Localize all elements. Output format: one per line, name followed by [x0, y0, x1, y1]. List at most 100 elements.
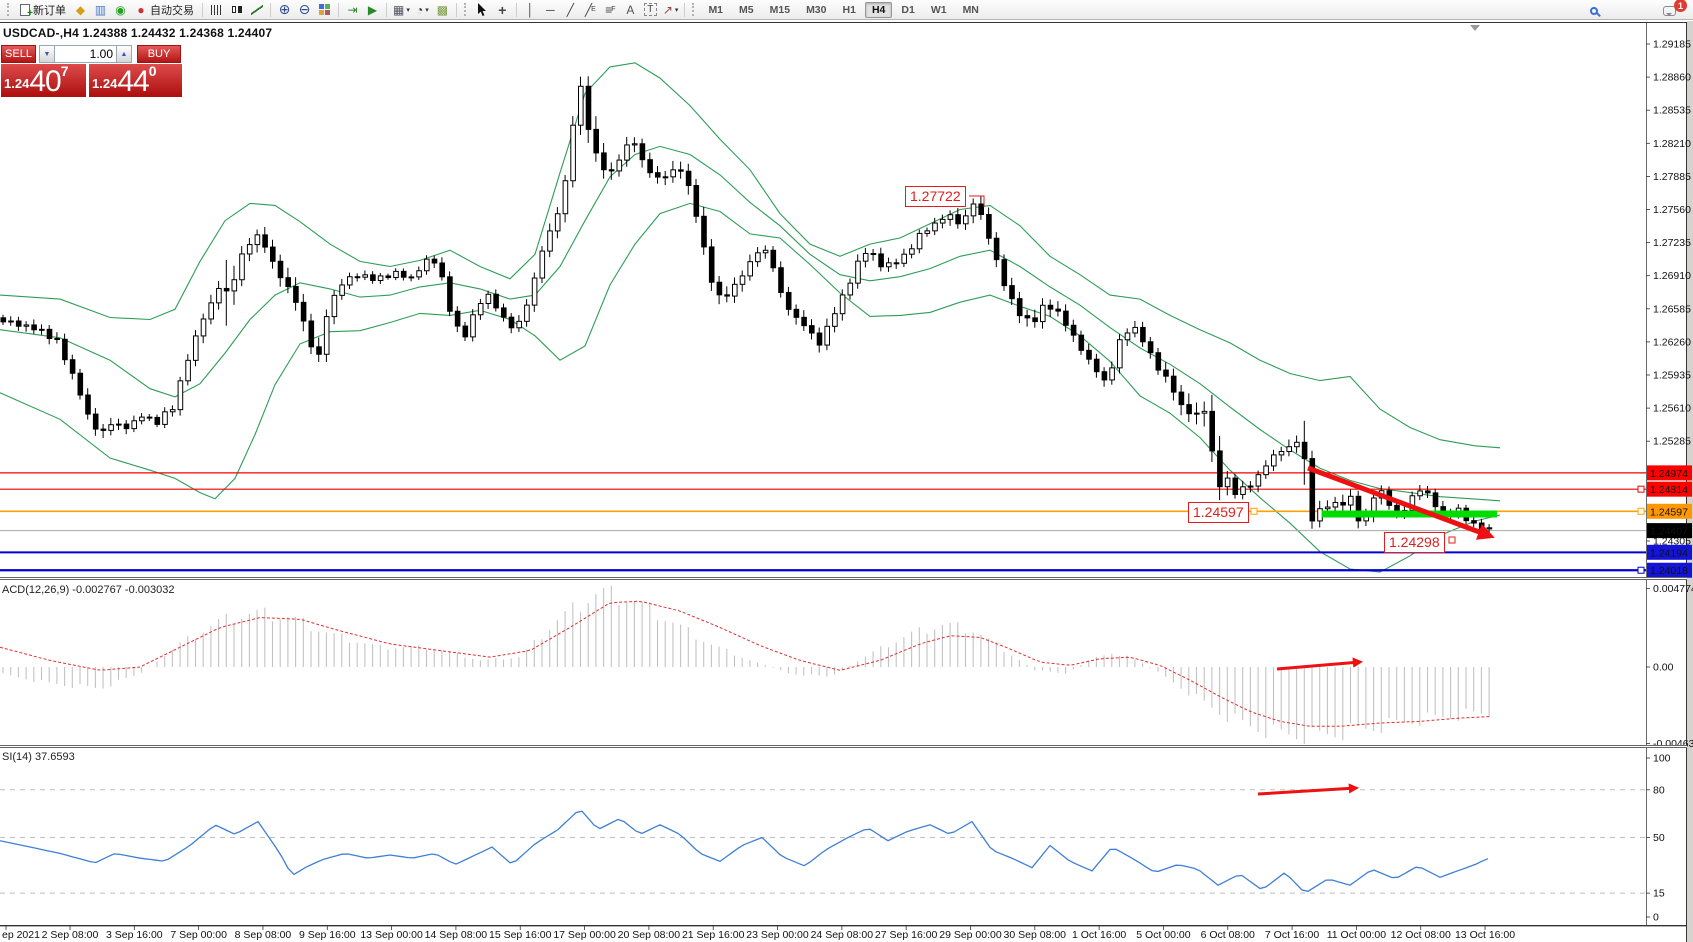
candle — [548, 231, 553, 251]
new-chart-icon[interactable]: ▦▾ — [391, 1, 412, 18]
volume-increase-button[interactable]: ▲ — [116, 45, 132, 63]
crosshair-icon[interactable]: + — [493, 1, 512, 18]
tile-windows-icon[interactable] — [315, 1, 334, 18]
bar-chart-icon[interactable] — [207, 1, 226, 18]
candle — [232, 280, 237, 291]
volume-decrease-button[interactable]: ▼ — [39, 45, 55, 63]
time-tick: 24 Sep 08:00 — [811, 929, 874, 941]
rsi-pane[interactable] — [0, 788, 1646, 893]
candle — [940, 219, 945, 223]
price-label: 1.24974 — [1650, 468, 1688, 480]
object-handle[interactable] — [1251, 508, 1257, 514]
arrows-tool-icon[interactable]: ↗▾ — [661, 1, 681, 18]
time-tick: 13 Oct 16:00 — [1455, 929, 1515, 941]
rsi-axis[interactable]: 1008050150 — [1646, 753, 1671, 924]
pane-splitter-macd[interactable] — [0, 577, 1687, 580]
pane-splitter-rsi[interactable] — [0, 745, 1687, 748]
price-axis[interactable]: 1.291851.288601.285351.282101.278851.275… — [1646, 39, 1692, 578]
candle — [455, 311, 460, 326]
timeframe-m15[interactable]: M15 — [763, 2, 797, 18]
macd-axis[interactable]: 0.0047740.00-0.004637 — [1646, 583, 1693, 750]
candlestick-chart-icon[interactable] — [227, 1, 246, 18]
horizontal-line-icon[interactable]: ─ — [541, 1, 560, 18]
candle — [971, 204, 976, 216]
market-window-icon[interactable]: ▥ — [91, 1, 110, 18]
toolbar-grip[interactable] — [692, 3, 697, 16]
search-icon[interactable] — [1587, 2, 1606, 19]
price-tick: 1.27885 — [1653, 171, 1691, 183]
price-label: 1.24194 — [1650, 547, 1688, 559]
templates-icon[interactable]: ▩ — [433, 1, 452, 18]
zoom-out-icon[interactable]: ⊖ — [295, 1, 314, 18]
volume-input[interactable] — [55, 45, 116, 63]
timeframe-group: M1M5M15M30H1H4D1W1MN — [701, 2, 985, 18]
channel-icon[interactable]: ╱E — [581, 1, 600, 18]
cursor-icon[interactable] — [473, 1, 492, 18]
vertical-line-icon[interactable]: │ — [521, 1, 540, 18]
macd-axis-tick: -0.004637 — [1653, 738, 1693, 750]
candle — [494, 294, 499, 308]
macd-pane[interactable] — [0, 586, 1491, 744]
object-handle[interactable] — [1638, 508, 1644, 514]
main-pane[interactable] — [0, 63, 1646, 573]
candle — [1141, 327, 1146, 341]
signals-icon[interactable]: ◉ — [111, 1, 130, 18]
timeframe-m1[interactable]: M1 — [701, 2, 730, 18]
time-tick: 1 Oct 16:00 — [1072, 929, 1126, 941]
chart-dropdown-arrow[interactable] — [1470, 25, 1480, 31]
notification-badge: 1 — [1674, 0, 1687, 12]
timeframe-w1[interactable]: W1 — [924, 2, 954, 18]
chart-shift-icon[interactable]: ⇥ — [343, 1, 362, 18]
sell-price-button[interactable]: 1.24407 — [1, 64, 86, 97]
line-chart-icon[interactable] — [247, 1, 266, 18]
text-tool-icon[interactable]: A — [621, 1, 640, 18]
price-callout-1.24597[interactable]: 1.24597 — [1188, 502, 1249, 523]
label-tool-icon[interactable]: T — [641, 1, 660, 18]
macd-red-arrow[interactable] — [1277, 662, 1360, 669]
zoom-in-icon[interactable]: ⊕ — [275, 1, 294, 18]
candle — [1287, 447, 1292, 452]
candle — [1, 318, 6, 322]
rsi-red-arrow[interactable] — [1258, 788, 1356, 794]
chat-icon[interactable]: 1 — [1660, 2, 1679, 19]
timeframe-m5[interactable]: M5 — [732, 2, 761, 18]
candle — [856, 261, 861, 283]
candle — [779, 268, 784, 293]
candle — [1349, 496, 1354, 505]
trendline-icon[interactable]: ╱ — [561, 1, 580, 18]
buy-button[interactable]: BUY — [137, 45, 181, 63]
object-handle[interactable] — [1638, 567, 1644, 573]
candle — [871, 253, 876, 254]
time-axis[interactable]: ep 20212 Sep 08:003 Sep 16:007 Sep 00:00… — [0, 926, 1687, 941]
periods-clock-icon[interactable]: ◔▾ — [413, 1, 432, 18]
candle — [786, 292, 791, 309]
timeframe-mn[interactable]: MN — [956, 2, 986, 18]
candle — [271, 247, 276, 261]
time-tick: 30 Sep 08:00 — [1004, 929, 1067, 941]
candle — [594, 129, 599, 153]
chart-canvas[interactable]: 1.291851.288601.285351.282101.278851.275… — [0, 0, 1693, 942]
buy-price-button[interactable]: 1.24440 — [89, 64, 182, 97]
candle — [879, 254, 884, 267]
object-handle[interactable] — [1638, 486, 1644, 492]
timeframe-m30[interactable]: M30 — [799, 2, 833, 18]
price-callout-1.24298[interactable]: 1.24298 — [1384, 532, 1445, 553]
price-callout-1.27722[interactable]: 1.27722 — [905, 186, 966, 207]
candle — [1418, 491, 1423, 496]
new-order-button[interactable]: + 新订单 — [16, 1, 70, 18]
toolbar-grip[interactable] — [464, 3, 469, 16]
gold-icon[interactable]: ◆ — [71, 1, 90, 18]
sell-button[interactable]: SELL — [1, 45, 36, 63]
candle — [170, 410, 175, 412]
auto-trading-button[interactable]: ● 自动交易 — [131, 1, 198, 18]
auto-scroll-icon[interactable]: ▶ — [363, 1, 382, 18]
toolbar-grip[interactable] — [7, 3, 12, 16]
candle — [340, 285, 345, 295]
timeframe-h1[interactable]: H1 — [836, 2, 863, 18]
candle — [663, 177, 668, 178]
fibonacci-icon[interactable]: ≡F — [601, 1, 620, 18]
object-handle[interactable] — [1449, 537, 1455, 543]
price-tick: 1.25285 — [1653, 436, 1691, 448]
timeframe-d1[interactable]: D1 — [894, 2, 921, 18]
timeframe-h4[interactable]: H4 — [865, 2, 892, 18]
